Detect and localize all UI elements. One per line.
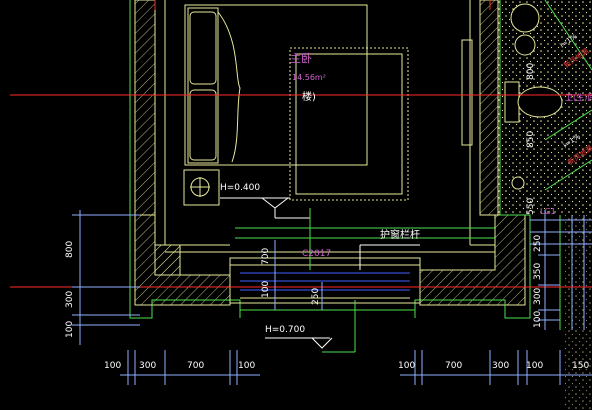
elevation-upper: H=0.400 [220, 183, 260, 193]
dim-right-250: 250 [533, 235, 543, 252]
dim-inner-100: 100 [261, 281, 271, 298]
dim-bottom-left-700: 700 [187, 361, 204, 371]
wall-dim-800: 800 [526, 63, 536, 80]
dim-bottom-left-100b: 100 [238, 361, 255, 371]
right-label-1: 卫(生)间 [565, 92, 592, 102]
dim-right-300: 300 [533, 288, 543, 305]
floor-note: 楼) [302, 90, 316, 103]
dim-bottom-right-100: 100 [398, 361, 415, 371]
room-area: 14.56m² [292, 73, 326, 82]
dim-bottom-right-150: 150 [572, 361, 589, 371]
dim-left-100: 100 [65, 321, 75, 338]
railing-label: 护窗栏杆 [380, 228, 420, 241]
room-name: 主卧 [290, 52, 312, 65]
dim-left-300: 300 [65, 291, 75, 308]
bed-furniture [183, 4, 473, 206]
floor-plan-drawing: 主卧 14.56m² 楼) H=0.400 H=0.700 C2017 护窗栏杆… [10, 0, 592, 410]
dim-bottom-right-100b: 100 [526, 361, 543, 371]
dim-bottom-left-100: 100 [104, 361, 121, 371]
dim-bottom-left-300: 300 [139, 361, 156, 371]
dim-inner-250: 250 [311, 288, 321, 305]
right-code: LG1 [540, 207, 556, 216]
leader-lines [220, 197, 420, 353]
window-code: C2017 [302, 249, 331, 259]
dim-bottom-right-300: 300 [492, 361, 509, 371]
dim-right-350: 350 [533, 263, 543, 280]
dim-inner-700: 700 [261, 248, 271, 265]
wall-dim-550: 550 [526, 198, 536, 215]
elevation-lower: H=0.700 [265, 325, 305, 335]
dim-left-800: 800 [65, 241, 75, 258]
dim-right-100: 100 [533, 311, 543, 328]
dim-bottom-right-700: 700 [445, 361, 462, 371]
wall-dim-850: 850 [526, 131, 536, 148]
